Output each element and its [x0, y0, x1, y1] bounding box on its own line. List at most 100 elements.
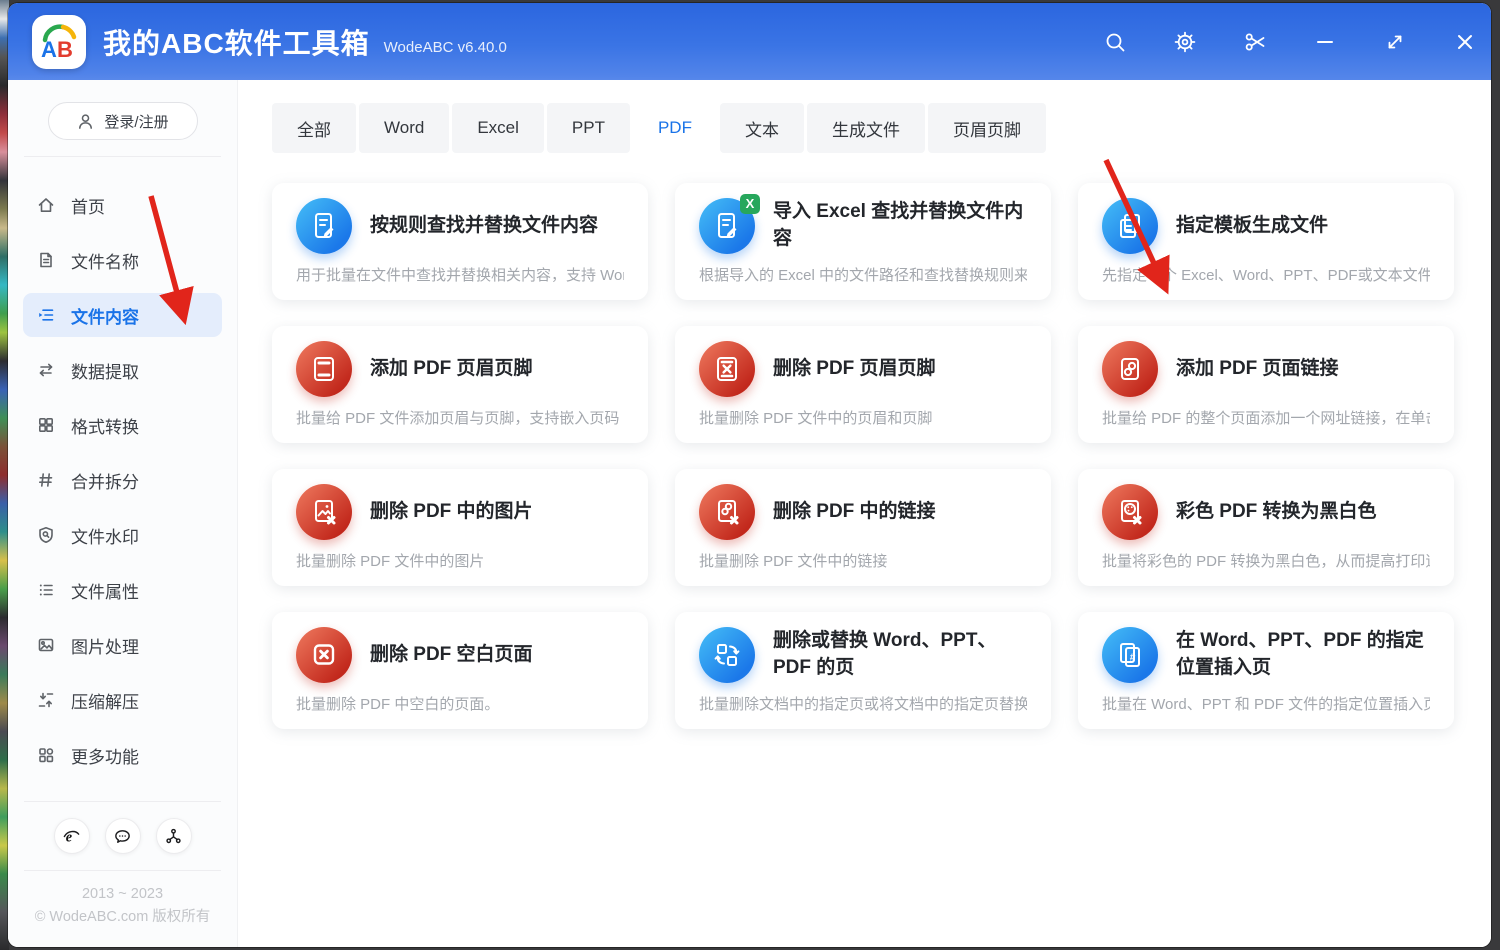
sidebar-item-label: 首页 [71, 193, 105, 218]
sidebar-item-file-name[interactable]: 文件名称 [23, 238, 222, 282]
sidebar-item-home[interactable]: 首页 [23, 183, 222, 227]
card-desc: 批量删除 PDF 中空白的页面。 [296, 693, 624, 714]
close-icon[interactable] [1453, 30, 1477, 54]
card-title: 彩色 PDF 转换为黑白色 [1176, 498, 1377, 525]
file-name-icon [36, 250, 56, 270]
card-title: 添加 PDF 页眉页脚 [370, 355, 533, 382]
sidebar-item-label: 文件属性 [71, 578, 139, 603]
main-content: 全部 Word Excel PPT PDF 文本 生成文件 页眉页脚 [238, 80, 1491, 947]
card-title: 指定模板生成文件 [1176, 212, 1328, 239]
page-insert-icon: # [1102, 627, 1158, 683]
sidebar-item-file-props[interactable]: 文件属性 [23, 568, 222, 612]
doc-layers-icon [1102, 198, 1158, 254]
card-find-replace-by-rule[interactable]: 按规则查找并替换文件内容 用于批量在文件中查找并替换相关内容，支持 Word [272, 183, 648, 300]
settings-gear-icon[interactable] [1173, 30, 1197, 54]
card-insert-pages[interactable]: # 在 Word、PPT、PDF 的指定位置插入页 批量在 Word、PPT 和… [1078, 612, 1454, 729]
sidebar-item-label: 格式转换 [71, 413, 139, 438]
app-window: A B 我的ABC软件工具箱 WodeABC v6.40.0 [8, 3, 1491, 947]
scissors-icon[interactable] [1243, 30, 1267, 54]
watermark-icon [36, 525, 56, 545]
tab-pdf[interactable]: PDF [633, 103, 717, 153]
sidebar-item-label: 文件名称 [71, 248, 139, 273]
page-swap-icon [699, 627, 755, 683]
compress-icon [36, 690, 56, 710]
card-delete-replace-pages[interactable]: 删除或替换 Word、PPT、PDF 的页 批量删除文档中的指定页或将文档中的指… [675, 612, 1051, 729]
login-register-label: 登录/注册 [104, 111, 168, 132]
app-title: 我的ABC软件工具箱 [103, 22, 370, 62]
chat-icon[interactable] [105, 818, 141, 854]
file-props-icon [36, 580, 56, 600]
card-title: 添加 PDF 页面链接 [1176, 355, 1339, 382]
card-color-pdf-to-bw[interactable]: 彩色 PDF 转换为黑白色 批量将彩色的 PDF 转换为黑白色，从而提高打印速 [1078, 469, 1454, 586]
card-title: 导入 Excel 查找并替换文件内容 [773, 198, 1027, 252]
doc-edit-excel-icon: X [699, 198, 755, 254]
card-desc: 批量在 Word、PPT 和 PDF 文件的指定位置插入页。 [1102, 693, 1430, 714]
header-footer-icon [296, 341, 352, 397]
link-delete-icon [699, 484, 755, 540]
sidebar-item-format-convert[interactable]: 格式转换 [23, 403, 222, 447]
login-register-button[interactable]: 登录/注册 [48, 102, 198, 140]
card-add-pdf-page-link[interactable]: 添加 PDF 页面链接 批量给 PDF 的整个页面添加一个网址链接，在单击 [1078, 326, 1454, 443]
card-desc: 用于批量在文件中查找并替换相关内容，支持 Word [296, 264, 624, 285]
blank-page-delete-icon [296, 627, 352, 683]
card-desc: 先指定一个 Excel、Word、PPT、PDF或文本文件作 [1102, 264, 1430, 285]
format-convert-icon [36, 415, 56, 435]
sidebar-item-label: 压缩解压 [71, 688, 139, 713]
sidebar-item-data-extract[interactable]: 数据提取 [23, 348, 222, 392]
sidebar-nav: 首页 文件名称 文件内容 [8, 157, 237, 788]
sidebar-item-more-features[interactable]: 更多功能 [23, 733, 222, 777]
home-icon [36, 195, 56, 215]
sidebar-item-watermark[interactable]: 文件水印 [23, 513, 222, 557]
feature-card-grid: 按规则查找并替换文件内容 用于批量在文件中查找并替换相关内容，支持 Word [272, 183, 1491, 729]
sidebar-item-label: 合并拆分 [71, 468, 139, 493]
tab-header-footer[interactable]: 页眉页脚 [928, 103, 1046, 153]
abc-logo-icon: A B [37, 20, 81, 64]
svg-text:B: B [57, 37, 73, 62]
image-delete-icon [296, 484, 352, 540]
sidebar-item-merge-split[interactable]: 合并拆分 [23, 458, 222, 502]
user-icon [76, 112, 95, 131]
card-delete-pdf-links[interactable]: 删除 PDF 中的链接 批量删除 PDF 文件中的链接 [675, 469, 1051, 586]
card-title: 在 Word、PPT、PDF 的指定位置插入页 [1176, 627, 1430, 681]
sidebar-item-file-content[interactable]: 文件内容 [23, 293, 222, 337]
svg-text:A: A [41, 37, 57, 62]
tab-generate-file[interactable]: 生成文件 [807, 103, 925, 153]
tab-text[interactable]: 文本 [720, 103, 804, 153]
sidebar-footer: e [8, 801, 237, 947]
card-desc: 批量删除 PDF 文件中的链接 [699, 550, 1027, 571]
file-content-icon [36, 305, 56, 325]
titlebar-actions [1103, 30, 1477, 54]
sidebar-item-image-process[interactable]: 图片处理 [23, 623, 222, 667]
card-title: 删除或替换 Word、PPT、PDF 的页 [773, 627, 1027, 681]
sidebar-item-label: 数据提取 [71, 358, 139, 383]
card-desc: 批量将彩色的 PDF 转换为黑白色，从而提高打印速 [1102, 550, 1430, 571]
card-delete-pdf-blank-pages[interactable]: 删除 PDF 空白页面 批量删除 PDF 中空白的页面。 [272, 612, 648, 729]
sidebar: 登录/注册 首页 文件名称 [8, 80, 238, 947]
search-icon[interactable] [1103, 30, 1127, 54]
browser-icon[interactable]: e [54, 818, 90, 854]
category-tabs: 全部 Word Excel PPT PDF 文本 生成文件 页眉页脚 [272, 103, 1491, 153]
sidebar-item-compress[interactable]: 压缩解压 [23, 678, 222, 722]
merge-split-icon [36, 470, 56, 490]
maximize-icon[interactable] [1383, 30, 1407, 54]
share-icon[interactable] [156, 818, 192, 854]
card-template-generate[interactable]: 指定模板生成文件 先指定一个 Excel、Word、PPT、PDF或文本文件作 [1078, 183, 1454, 300]
tab-ppt[interactable]: PPT [547, 103, 630, 153]
card-delete-pdf-header-footer[interactable]: 删除 PDF 页眉页脚 批量删除 PDF 文件中的页眉和页脚 [675, 326, 1051, 443]
card-add-pdf-header-footer[interactable]: 添加 PDF 页眉页脚 批量给 PDF 文件添加页眉与页脚，支持嵌入页码 [272, 326, 648, 443]
excel-badge: X [740, 194, 760, 214]
image-process-icon [36, 635, 56, 655]
sidebar-item-label: 图片处理 [71, 633, 139, 658]
sidebar-item-label: 文件水印 [71, 523, 139, 548]
minimize-icon[interactable] [1313, 30, 1337, 54]
tab-excel[interactable]: Excel [452, 103, 544, 153]
card-desc: 批量删除 PDF 文件中的图片 [296, 550, 624, 571]
sidebar-item-label: 文件内容 [71, 303, 139, 328]
card-desc: 批量给 PDF 文件添加页眉与页脚，支持嵌入页码 [296, 407, 624, 428]
doc-edit-icon [296, 198, 352, 254]
tab-word[interactable]: Word [359, 103, 449, 153]
card-excel-find-replace[interactable]: X 导入 Excel 查找并替换文件内容 根据导入的 Excel 中的文件路径和… [675, 183, 1051, 300]
tab-all[interactable]: 全部 [272, 103, 356, 153]
card-delete-pdf-images[interactable]: 删除 PDF 中的图片 批量删除 PDF 文件中的图片 [272, 469, 648, 586]
card-desc: 批量删除文档中的指定页或将文档中的指定页替换为 [699, 693, 1027, 714]
